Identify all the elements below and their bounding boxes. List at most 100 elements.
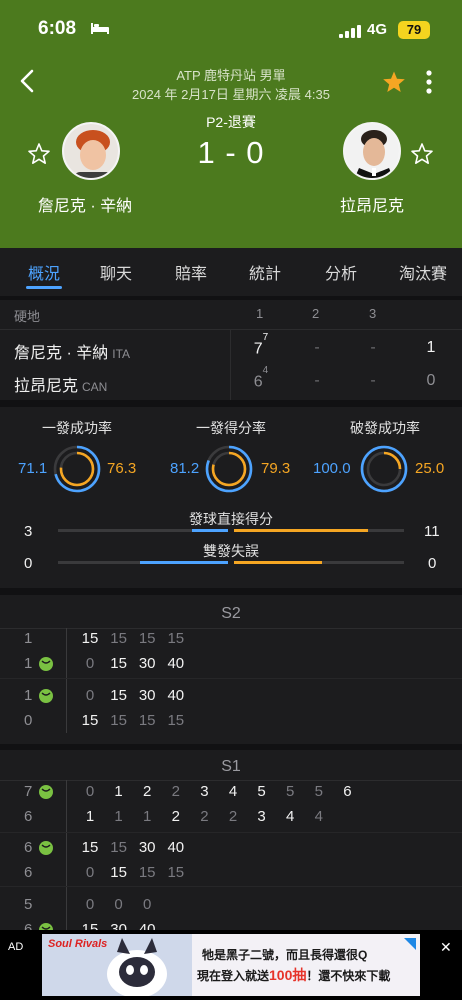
p2-point-score: 15 <box>110 712 127 729</box>
ad-banner[interactable]: Soul Rivals 牠是黑子二號，而且長得還很Q 現在登入就送100抽！還不… <box>42 934 420 996</box>
p1-point-score: 3 <box>200 783 209 800</box>
p2-point-score: 1 <box>85 808 95 825</box>
tennis-ball-serve-icon <box>39 657 53 671</box>
player2-sets-total: 0 <box>426 372 436 389</box>
p1-point-score: 15 <box>81 839 99 856</box>
tab-overview[interactable]: 概況 <box>28 260 60 284</box>
p1-games-count: 5 <box>24 896 33 913</box>
p1-games-count: 7 <box>24 783 33 800</box>
battery-indicator: 79 <box>398 21 430 39</box>
p2-games-count: 0 <box>24 712 33 729</box>
section-divider <box>0 400 462 407</box>
pbp-column-divider <box>66 780 67 930</box>
player1-set2-score: - <box>314 339 320 356</box>
p2-point-score: 15 <box>138 712 156 729</box>
stat-first-serve-in-title: 一發成功率 <box>42 420 112 436</box>
p2-point-score: 3 <box>257 808 266 825</box>
p2-point-score: 15 <box>81 712 99 729</box>
player2-avatar[interactable] <box>343 122 401 180</box>
p1-point-score: 0 <box>143 896 152 913</box>
stat-first-serve-in-ring <box>53 445 101 493</box>
p1-point-score: 40 <box>167 839 185 856</box>
tab-analysis[interactable]: 分析 <box>325 260 357 284</box>
p1-point-score: 6 <box>343 783 352 800</box>
p1-point-score: 5 <box>286 783 295 800</box>
section-divider <box>0 588 462 595</box>
p2-point-score: 2 <box>171 808 180 825</box>
player1-sets-total: 1 <box>426 339 436 356</box>
tab-odds[interactable]: 賠率 <box>175 260 207 284</box>
p2-games-count: 1 <box>24 655 33 672</box>
player1-name[interactable]: 詹尼克 · 辛納 <box>5 192 165 216</box>
stat-first-serve-in-p1: 71.1 <box>18 460 48 477</box>
p1-point-score: 0 <box>114 896 123 913</box>
row-divider <box>0 628 462 629</box>
p1-point-score: 0 <box>85 783 95 800</box>
pbp-column-divider <box>66 628 67 733</box>
point-by-point-set1: S1 7 0 1 2 2 3 4 5 5 5 6 6 1 1 1 2 2 2 3 4 4 6 15 15 30 40 6 0 15 15… <box>0 750 462 938</box>
p2-point-score: 4 <box>286 808 295 825</box>
stat-first-serve-in-p2: 76.3 <box>107 460 137 477</box>
p1-point-score: 30 <box>138 839 156 856</box>
p1-games-count: 1 <box>24 687 33 704</box>
follow-player2-star-icon[interactable] <box>410 142 434 166</box>
player1-set3-score: - <box>370 339 376 356</box>
tennis-ball-serve-icon <box>39 689 53 703</box>
set1-header-label: S1 <box>221 758 241 775</box>
point-by-point-set2: S2 1 15 15 15 15 1 0 15 30 40 1 0 15 30 40 0 15 15 15 15 <box>0 595 462 744</box>
stat-aces-p1-bar <box>191 529 228 532</box>
p1-point-score: 15 <box>167 630 185 647</box>
ad-close-button[interactable]: ✕ <box>440 939 452 956</box>
stat-break-points-p1: 100.0 <box>313 460 351 477</box>
p2-point-score: 15 <box>110 655 127 672</box>
table-divider <box>0 329 462 330</box>
signal-icon <box>339 25 361 38</box>
ad-headline: 牠是黑子二號，而且長得還很Q <box>202 948 368 962</box>
p1-point-score: 2 <box>143 783 152 800</box>
p2-point-score: 15 <box>167 712 185 729</box>
stat-aces-title: 發球直接得分 <box>189 511 273 527</box>
match-datetime: 2024 年 2月17日 星期六 凌晨 4:35 <box>132 87 330 102</box>
stat-double-faults-p1-bar <box>140 561 228 564</box>
row-divider <box>0 886 462 887</box>
row-divider <box>0 832 462 833</box>
stat-first-serve-won-p2: 79.3 <box>261 460 291 477</box>
tennis-ball-serve-icon <box>39 841 53 855</box>
surface-label: 硬地 <box>14 309 41 324</box>
row-divider <box>0 678 462 679</box>
stat-aces-p1: 3 <box>24 523 33 540</box>
player1-set1-score: 77 <box>253 332 269 358</box>
stat-double-faults-title: 雙發失誤 <box>203 543 259 559</box>
tab-statistics[interactable]: 統計 <box>249 260 281 284</box>
p2-point-score: 1 <box>143 808 152 825</box>
p1-point-score: 15 <box>110 687 127 704</box>
stat-aces-p2: 11 <box>424 523 440 540</box>
player1-avatar[interactable] <box>62 122 120 180</box>
stat-aces-p2-bar <box>234 529 368 532</box>
player2-set1-tiebreak: 4 <box>262 365 269 376</box>
set3-header: 3 <box>369 306 377 321</box>
stat-break-points-p2: 25.0 <box>415 460 445 477</box>
status-time: 6:08 <box>38 18 77 39</box>
p2-point-score: 1 <box>114 808 123 825</box>
stat-double-faults-p1: 0 <box>24 555 33 572</box>
player1-row-name: 詹尼克 · 辛納 <box>14 345 109 362</box>
table-column-divider <box>230 329 231 400</box>
player1-nation: ITA <box>112 347 131 361</box>
p2-point-score: 15 <box>167 864 185 881</box>
tab-knockout[interactable]: 淘汰賽 <box>399 260 447 284</box>
p2-point-score: 15 <box>138 864 156 881</box>
player2-name[interactable]: 拉昂尼克 <box>292 192 452 216</box>
match-status: P2-退賽 <box>206 114 256 130</box>
p2-point-score: 40 <box>167 655 185 672</box>
p2-point-score: 2 <box>200 808 209 825</box>
follow-player1-star-icon[interactable] <box>27 142 51 166</box>
ad-subline: 現在登入就送100抽！還不快來下載 <box>197 967 391 983</box>
stat-break-points-ring <box>360 445 408 493</box>
set1-header: 1 <box>256 306 264 321</box>
player2-set2-score: - <box>314 372 320 389</box>
tab-chat[interactable]: 聊天 <box>100 260 132 284</box>
p1-games-count: 6 <box>24 839 33 856</box>
p1-point-score: 30 <box>138 687 156 704</box>
p1-point-score: 1 <box>114 783 123 800</box>
